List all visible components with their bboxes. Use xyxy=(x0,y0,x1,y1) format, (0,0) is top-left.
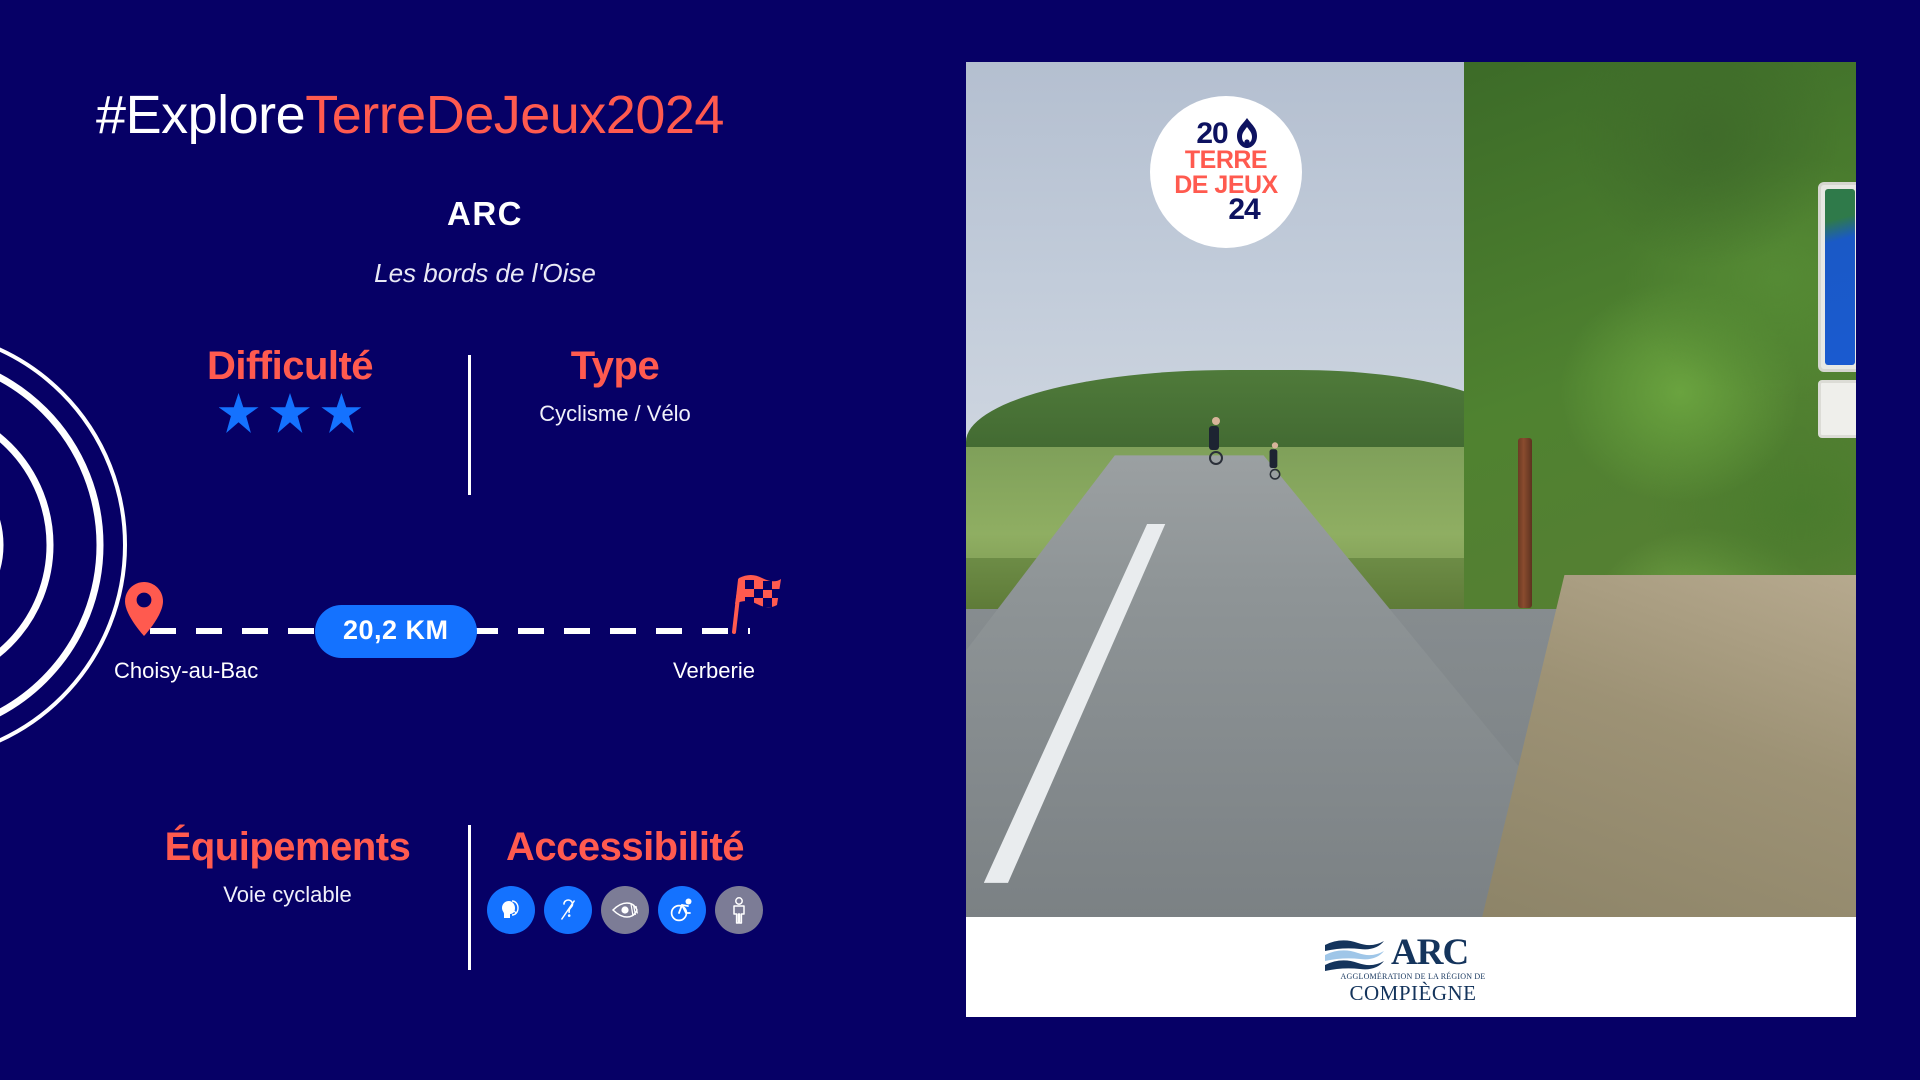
vertical-divider xyxy=(468,355,471,495)
waves-icon xyxy=(1325,940,1384,971)
accessibility-label: Accessibilité xyxy=(505,825,745,869)
poster-root: #ExploreTerreDeJeux2024 ARC Les bords de… xyxy=(0,0,1920,1080)
route-photo: 20 TERRE DE JEUX 24 xyxy=(966,62,1856,917)
accessibility-icon-list xyxy=(475,886,775,934)
difficulty-label: Difficulté xyxy=(206,344,374,388)
hashtag-white-part: #Explore xyxy=(96,85,306,145)
hashtag-coral-part: TerreDeJeux2024 xyxy=(305,85,724,145)
mental-disability-icon xyxy=(487,886,535,934)
arc-subtitle-line2: COMPIÈGNE xyxy=(1349,981,1477,1005)
cyclist-head xyxy=(1271,442,1279,449)
cyclist-body xyxy=(1209,426,1219,450)
photo-card: 20 TERRE DE JEUX 24 ARC AGGLOMÉRATION DE… xyxy=(966,62,1856,1017)
hearing-disability-icon xyxy=(544,886,592,934)
arc-wordmark: ARC xyxy=(1391,932,1469,973)
star-icon xyxy=(218,393,259,433)
info-panel: #ExploreTerreDeJeux2024 ARC Les bords de… xyxy=(0,0,960,1080)
equipment-accessibility-row: Équipements Voie cyclable Accessibilité xyxy=(120,825,780,985)
type-label: Type xyxy=(570,344,660,388)
star-icon xyxy=(321,393,362,433)
accessibility-block: Accessibilité xyxy=(475,825,775,934)
secondary-road-sign xyxy=(1818,380,1856,438)
vertical-divider xyxy=(468,825,471,970)
visual-disability-icon xyxy=(601,886,649,934)
route-end-label: Verberie xyxy=(673,658,755,683)
blue-road-sign xyxy=(1818,182,1856,372)
difficulty-block: Difficulté xyxy=(120,345,460,438)
badge-line-24: 24 xyxy=(1228,193,1260,226)
route-block: 20,2 KM Choisy-au-Bac Verberie xyxy=(114,570,800,683)
badge-line-dejeux: DE JEUX xyxy=(1174,171,1278,199)
type-value: Cyclisme / Vélo xyxy=(539,401,691,426)
olympic-flame-icon xyxy=(1237,118,1257,148)
equipment-label: Équipements xyxy=(164,825,411,869)
motor-disability-icon xyxy=(658,886,706,934)
page-title: ARC xyxy=(447,195,523,232)
bicycle-wheel xyxy=(1269,468,1281,480)
difficulty-type-row: Difficulté Type Cyclisme / Vélo xyxy=(120,345,760,495)
difficulty-stars xyxy=(120,393,460,438)
campaign-hashtag: #ExploreTerreDeJeux2024 xyxy=(0,84,820,146)
equipment-block: Équipements Voie cyclable xyxy=(110,825,465,908)
wooden-bollard xyxy=(1517,438,1532,609)
cyclist-child xyxy=(1269,442,1281,480)
arc-subtitle-line1: AGGLOMÉRATION DE LA RÉGION DE xyxy=(1340,972,1486,981)
page-subtitle: Les bords de l'Oise xyxy=(374,258,596,288)
bicycle-wheel xyxy=(1209,451,1223,465)
cyclist-body xyxy=(1269,449,1278,469)
cyclist-adult xyxy=(1209,417,1223,465)
physical-disability-icon xyxy=(715,886,763,934)
distance-badge: 20,2 KM xyxy=(315,605,477,658)
card-footer: ARC AGGLOMÉRATION DE LA RÉGION DE COMPIÈ… xyxy=(966,917,1856,1017)
cyclist-head xyxy=(1212,417,1220,425)
road-sign-face xyxy=(1825,189,1855,365)
terre-de-jeux-badge: 20 TERRE DE JEUX 24 xyxy=(1150,96,1302,248)
arc-agglomeration-logo: ARC AGGLOMÉRATION DE LA RÉGION DE COMPIÈ… xyxy=(1323,931,1499,1005)
route-start-label: Choisy-au-Bac xyxy=(114,658,259,683)
checkered-flag-icon xyxy=(732,575,781,634)
badge-line-20: 20 xyxy=(1196,116,1228,150)
star-icon xyxy=(270,393,310,433)
equipment-value: Voie cyclable xyxy=(223,882,352,907)
type-block: Type Cyclisme / Vélo xyxy=(475,345,755,427)
map-pin-icon xyxy=(125,582,163,636)
